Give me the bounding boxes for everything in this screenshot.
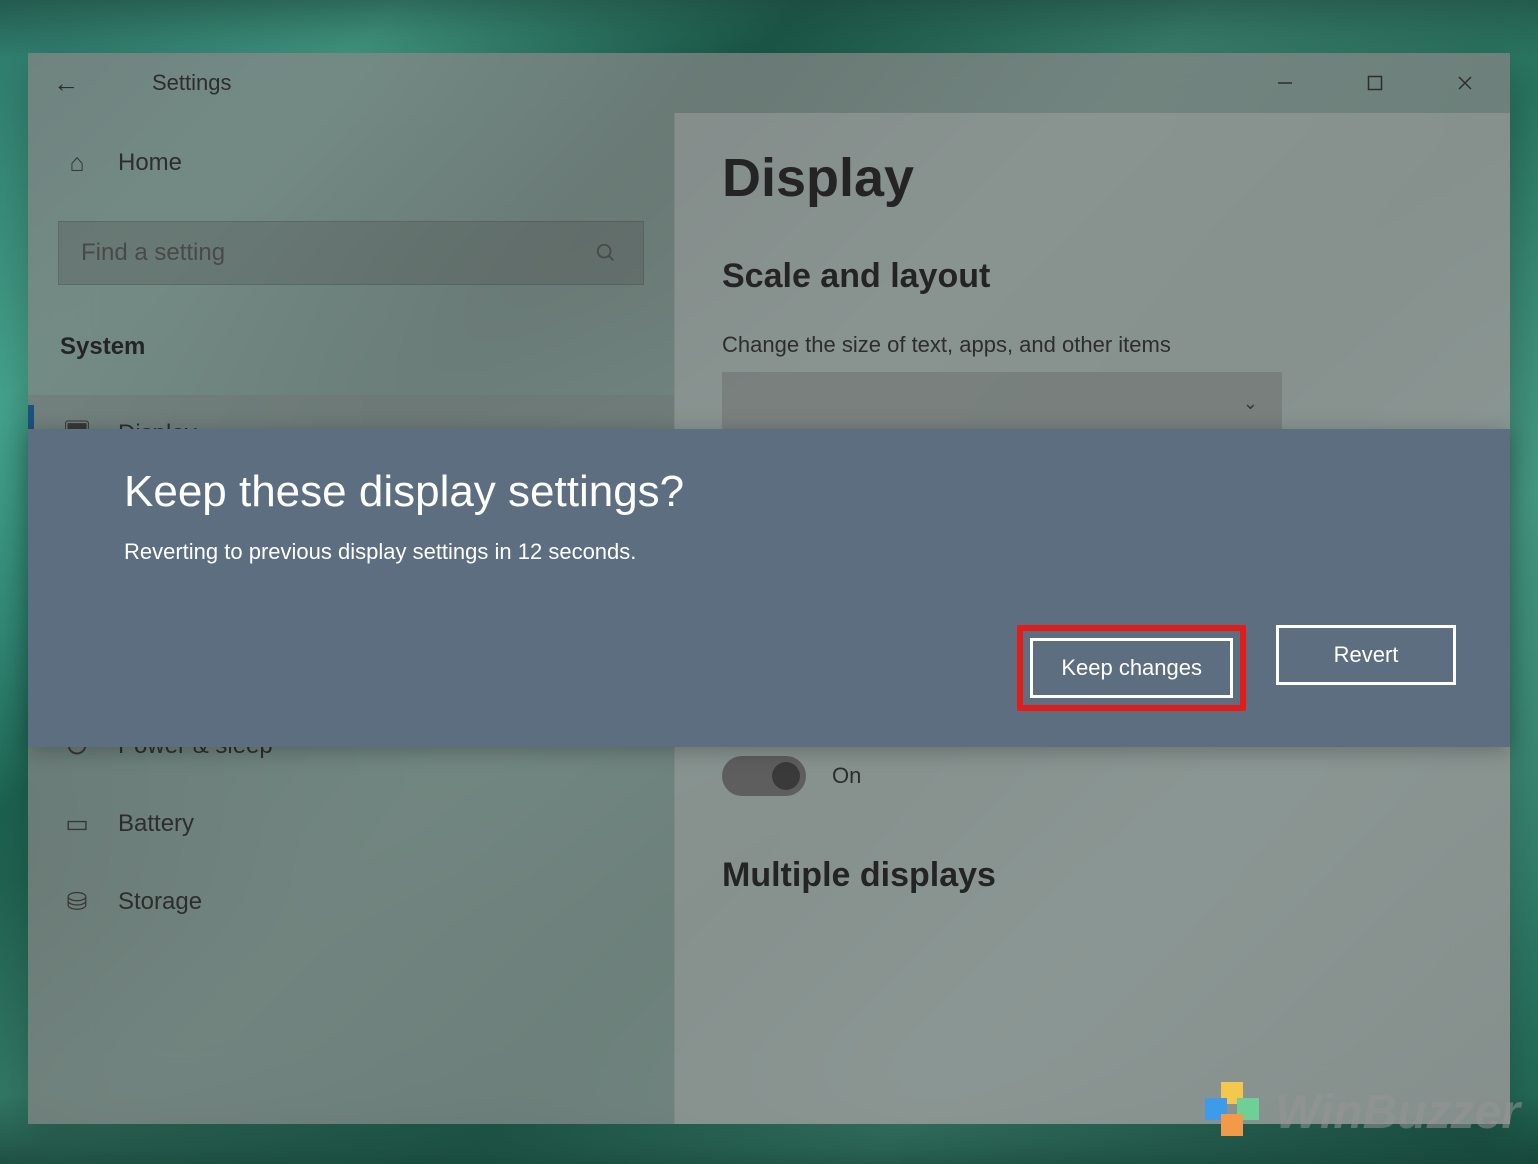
page-title: Display <box>722 147 1460 209</box>
minimize-button[interactable] <box>1240 53 1330 113</box>
home-icon: ⌂ <box>62 149 92 178</box>
dialog-message: Reverting to previous display settings i… <box>124 539 1414 565</box>
storage-icon: ⛁ <box>62 887 92 917</box>
dialog-title: Keep these display settings? <box>124 467 1414 517</box>
scale-dropdown[interactable]: ⌄ <box>722 372 1282 434</box>
sidebar-item-storage[interactable]: ⛁ Storage <box>58 863 644 941</box>
search-input[interactable] <box>81 239 591 267</box>
keep-changes-button[interactable]: Keep changes <box>1030 638 1233 698</box>
annotation-highlight: Keep changes <box>1017 625 1246 711</box>
rotation-lock-toggle[interactable] <box>722 756 806 796</box>
window-controls <box>1240 53 1510 113</box>
dropdown-value <box>746 390 752 416</box>
watermark-text: WinBuzzer <box>1275 1085 1520 1140</box>
sidebar-item-home[interactable]: ⌂ Home <box>58 119 644 207</box>
watermark-logo-icon <box>1195 1082 1265 1142</box>
watermark: WinBuzzer <box>1195 1082 1520 1142</box>
search-box[interactable] <box>58 221 644 285</box>
section-heading: Multiple displays <box>722 856 1460 895</box>
chevron-down-icon: ⌄ <box>1243 393 1258 414</box>
battery-icon: ▭ <box>62 809 92 839</box>
scale-label: Change the size of text, apps, and other… <box>722 332 1460 358</box>
back-icon[interactable]: ← <box>46 68 86 99</box>
sidebar-item-label: Battery <box>118 810 194 838</box>
maximize-button[interactable] <box>1330 53 1420 113</box>
search-icon <box>591 242 621 264</box>
section-heading: Scale and layout <box>722 257 1460 296</box>
sidebar-item-battery[interactable]: ▭ Battery <box>58 785 644 863</box>
sidebar-item-label: Storage <box>118 888 202 916</box>
sidebar-item-label: Home <box>118 149 182 177</box>
titlebar: ← Settings <box>28 53 1510 113</box>
toggle-state: On <box>832 763 861 789</box>
keep-settings-dialog: Keep these display settings? Reverting t… <box>28 429 1510 747</box>
revert-button[interactable]: Revert <box>1276 625 1456 685</box>
toggle-knob <box>772 762 800 790</box>
sidebar-section: System <box>58 333 644 361</box>
window-title: Settings <box>152 70 232 96</box>
close-button[interactable] <box>1420 53 1510 113</box>
